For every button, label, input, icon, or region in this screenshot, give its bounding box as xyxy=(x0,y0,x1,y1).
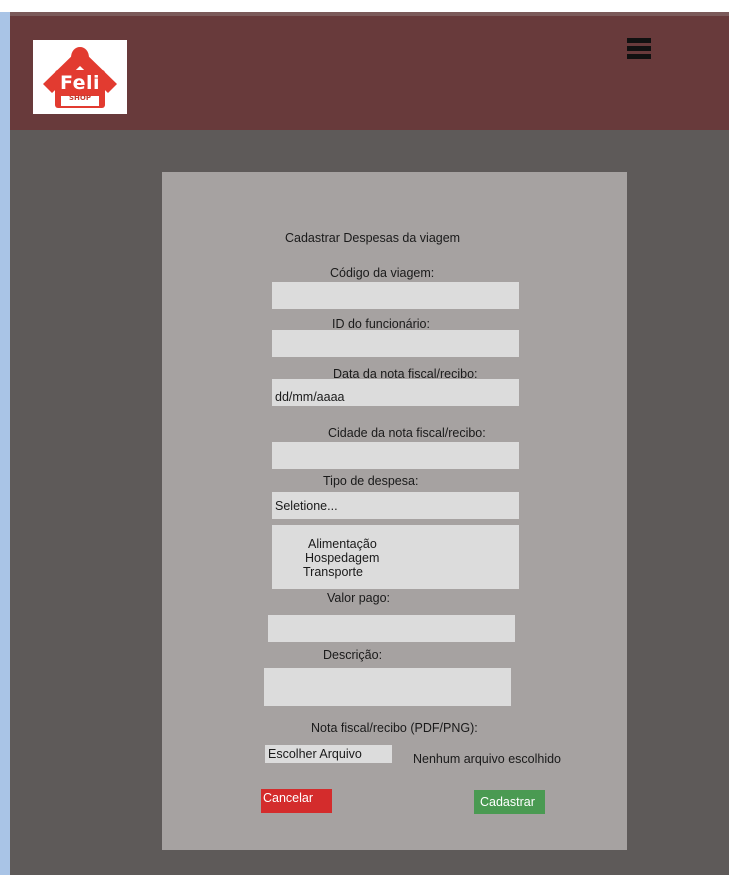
description-textarea[interactable] xyxy=(264,668,511,706)
choose-file-button[interactable]: Escolher Arquivo xyxy=(265,745,392,763)
expense-form-card: Cadastrar Despesas da viagem Código da v… xyxy=(162,172,627,850)
amount-label: Valor pago: xyxy=(327,591,391,605)
window-top-strip xyxy=(0,0,729,12)
expense-type-options-list: Alimentação Hospedagem Transporte xyxy=(272,525,519,589)
trip-code-label: Código da viagem: xyxy=(330,266,435,280)
expense-type-select[interactable]: Seletione... xyxy=(272,492,519,519)
cancel-button[interactable]: Cancelar xyxy=(261,789,332,813)
description-label: Descrição: xyxy=(323,648,383,662)
file-label: Nota fiscal/recibo (PDF/PNG): xyxy=(311,721,478,735)
hamburger-menu-icon[interactable] xyxy=(627,38,651,64)
option-transporte[interactable]: Transporte xyxy=(303,565,363,579)
city-input[interactable] xyxy=(272,442,519,469)
date-input[interactable]: dd/mm/aaaa xyxy=(272,379,519,406)
option-alimentacao[interactable]: Alimentação xyxy=(308,537,377,551)
logo-subtext: SHOP xyxy=(69,94,91,102)
feli-shop-logo[interactable]: Feli SHOP xyxy=(33,40,127,114)
submit-button[interactable]: Cadastrar xyxy=(474,790,545,814)
trip-code-input[interactable] xyxy=(272,282,519,309)
expense-type-label: Tipo de despesa: xyxy=(323,474,419,488)
amount-input[interactable] xyxy=(268,615,515,642)
file-status-text: Nenhum arquivo escolhido xyxy=(413,752,562,766)
employee-id-label: ID do funcionário: xyxy=(332,317,430,331)
option-hospedagem[interactable]: Hospedagem xyxy=(305,551,379,565)
logo-text: Feli xyxy=(59,72,101,94)
city-label: Cidade da nota fiscal/recibo: xyxy=(328,426,486,440)
window-left-edge xyxy=(0,12,10,875)
app-header: Feli SHOP xyxy=(10,12,729,130)
employee-id-input[interactable] xyxy=(272,330,519,357)
form-title: Cadastrar Despesas da viagem xyxy=(285,231,461,245)
